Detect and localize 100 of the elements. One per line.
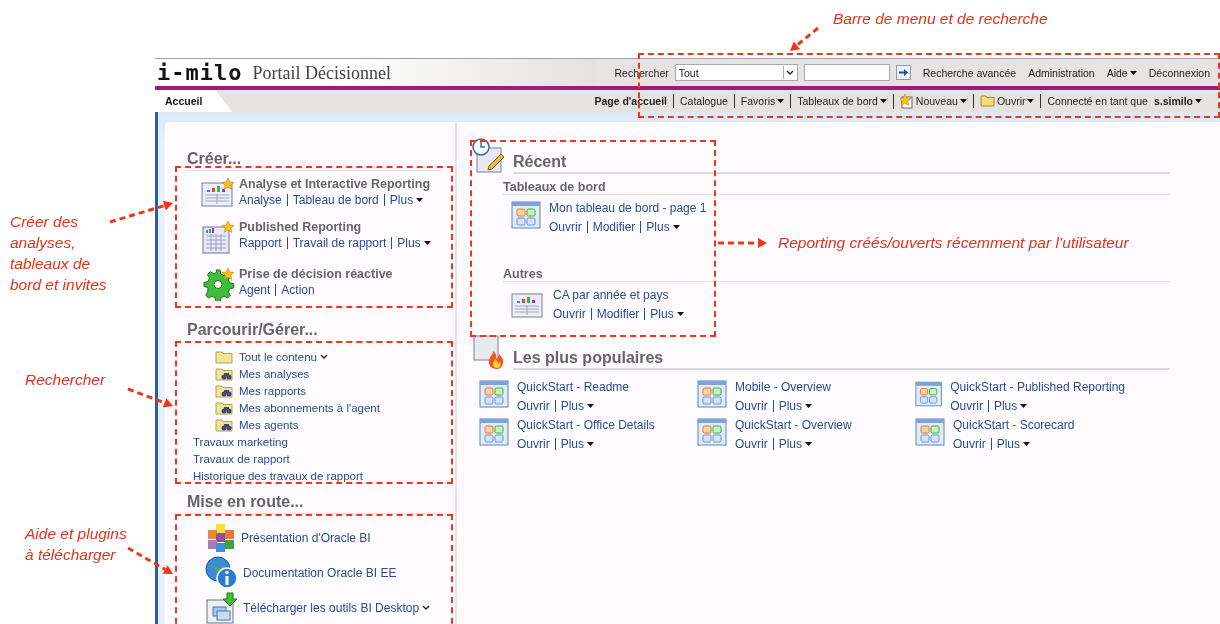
- help-link[interactable]: Télécharger les outils BI Desktop: [243, 600, 431, 615]
- item-link[interactable]: Analyse: [239, 194, 287, 206]
- caret-icon: [1020, 404, 1028, 408]
- item-link[interactable]: Ouvrir: [735, 400, 773, 412]
- logo: i-milo: [157, 62, 243, 84]
- help-link[interactable]: Présentation d'Oracle BI: [241, 530, 371, 545]
- annotation-arrow: [127, 387, 173, 408]
- item-link[interactable]: Ouvrir: [549, 221, 587, 233]
- item-name-link[interactable]: QuickStart - Office Details: [517, 418, 655, 432]
- caret-icon: [676, 312, 684, 316]
- item-link[interactable]: Ouvrir: [953, 438, 991, 450]
- header-link[interactable]: Administration: [1028, 66, 1095, 79]
- folder-binoculars-icon: [215, 417, 233, 432]
- caret-icon: [1195, 99, 1202, 103]
- item-link[interactable]: Plus: [554, 438, 599, 450]
- caret-icon: [672, 225, 680, 229]
- annotation-text: Reporting créés/ouverts récemment par l’utilisateur: [778, 233, 1129, 253]
- dashboard-icon: [697, 380, 727, 408]
- tab[interactable]: Accueil: [155, 90, 233, 112]
- item-name-link[interactable]: QuickStart - Published Reporting: [950, 380, 1125, 394]
- item-link[interactable]: Plus: [554, 400, 599, 412]
- item-link[interactable]: Plus: [644, 308, 689, 320]
- item-link[interactable]: Plus: [391, 237, 436, 249]
- item-name-link[interactable]: QuickStart - Scorecard: [953, 418, 1075, 432]
- search-go-button[interactable]: [895, 65, 911, 80]
- item-link[interactable]: Plus: [383, 194, 429, 206]
- item-link[interactable]: Plus: [772, 400, 817, 412]
- item-link[interactable]: Plus: [987, 400, 1033, 412]
- browse-link[interactable]: Travaux marketing: [193, 435, 288, 448]
- dashboard-icon: [511, 201, 541, 229]
- section-title: Créer...: [187, 150, 443, 171]
- search-label: Rechercher: [614, 66, 669, 79]
- item-name-link[interactable]: CA par année et pays: [553, 288, 689, 302]
- folder-binoculars-icon: [215, 400, 233, 415]
- group-title: Autres: [503, 267, 1170, 282]
- header-link[interactable]: Déconnexion: [1148, 66, 1210, 79]
- item-link[interactable]: Rapport: [239, 237, 287, 249]
- browse-link[interactable]: Historique des travaux de rapport: [193, 469, 364, 482]
- chevron-icon: [786, 69, 795, 76]
- item-link[interactable]: Travail de rapport: [286, 237, 392, 249]
- search-scope-select[interactable]: Tout: [674, 64, 798, 81]
- browse-link[interactable]: Mes agents: [239, 418, 299, 431]
- caret-icon: [1027, 99, 1035, 103]
- item-link[interactable]: Plus: [990, 438, 1035, 450]
- item-link[interactable]: Agent: [239, 284, 276, 296]
- folder-icon: [979, 95, 995, 107]
- browse-link[interactable]: Mes analyses: [239, 367, 310, 380]
- browse-link[interactable]: Travaux de rapport: [193, 452, 290, 465]
- browse-link[interactable]: Mes rapports: [239, 384, 307, 397]
- nav-item[interactable]: Favoris: [733, 94, 791, 108]
- cubes-icon: [205, 522, 237, 553]
- nav-item[interactable]: Connecté en tant que s.similo: [1040, 94, 1208, 108]
- item-link[interactable]: Plus: [772, 438, 817, 450]
- nav-item[interactable]: Page d'accueil: [588, 94, 673, 108]
- item-link[interactable]: Plus: [640, 221, 685, 233]
- caret-icon: [805, 442, 812, 446]
- header-link[interactable]: Aide: [1106, 66, 1137, 79]
- item-name-link[interactable]: QuickStart - Readme: [517, 380, 630, 394]
- caret-icon: [777, 99, 785, 103]
- item-title: Published Reporting: [239, 220, 363, 234]
- arrow-right-icon: [898, 68, 908, 77]
- header-link[interactable]: Recherche avancée: [922, 66, 1017, 79]
- annotation-arrow: [790, 26, 819, 51]
- caret-icon: [416, 198, 424, 202]
- item-name-link[interactable]: QuickStart - Overview: [735, 418, 852, 432]
- dashboard-icon: [915, 418, 945, 446]
- item-title: Analyse et Interactive Reporting: [239, 177, 431, 191]
- nav-item[interactable]: Tableaux de bord: [790, 94, 893, 108]
- item-link[interactable]: Ouvrir: [517, 400, 555, 412]
- item-name-link[interactable]: Mon tableau de bord - page 1: [549, 201, 707, 215]
- dashboard-icon: [479, 380, 509, 408]
- browse-link[interactable]: Mes abonnements à l'agent: [239, 401, 380, 414]
- item-link[interactable]: Ouvrir: [950, 400, 988, 412]
- search-field[interactable]: [803, 64, 890, 81]
- gear-icon: [201, 267, 235, 301]
- item-link[interactable]: Ouvrir: [553, 308, 591, 320]
- item-link[interactable]: Action: [275, 284, 320, 296]
- globe-info-icon: [205, 555, 239, 590]
- nav-item[interactable]: Ouvrir: [972, 94, 1041, 108]
- nav-item[interactable]: Nouveau: [892, 93, 973, 109]
- group-title: Tableaux de bord: [503, 180, 1170, 195]
- caret-icon: [805, 404, 812, 408]
- help-link[interactable]: Documentation Oracle BI EE: [243, 565, 397, 580]
- item-name-link[interactable]: Mobile - Overview: [735, 380, 832, 394]
- item-link[interactable]: Modifier: [586, 221, 641, 233]
- section-title: Mise en route...: [187, 493, 443, 514]
- dashboard-icon: [697, 418, 727, 446]
- caret-icon: [587, 404, 594, 408]
- item-link[interactable]: Ouvrir: [735, 438, 773, 450]
- section-title: Les plus populaires: [513, 349, 1170, 370]
- item-link[interactable]: Ouvrir: [517, 438, 555, 450]
- chart-report-icon: [201, 177, 235, 207]
- new-page-icon: [899, 93, 914, 109]
- nav-item[interactable]: Catalogue: [672, 94, 734, 108]
- folder-binoculars-icon: [215, 366, 233, 381]
- browse-link[interactable]: Tout le contenu: [239, 350, 328, 363]
- section-title: Parcourir/Gérer...: [187, 321, 443, 342]
- item-link[interactable]: Modifier: [590, 308, 645, 320]
- item-link[interactable]: Tableau de bord: [286, 194, 384, 206]
- folder-icon: [215, 349, 233, 364]
